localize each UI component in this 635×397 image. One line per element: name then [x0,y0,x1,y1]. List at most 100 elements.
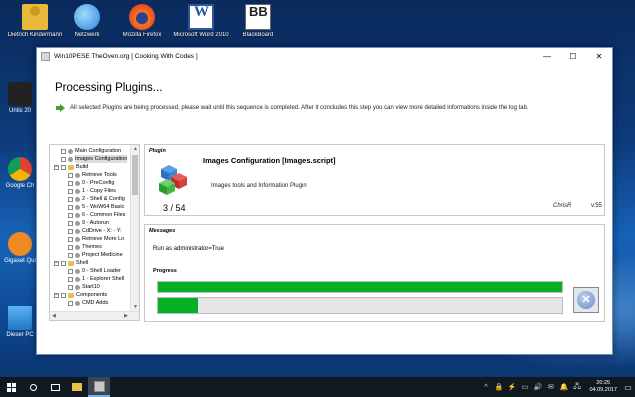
scroll-right-icon[interactable]: ▶ [124,313,128,319]
tree-item[interactable]: 0 - PreConfig [50,179,129,187]
desktop-icon-this-pc[interactable]: Dieser PC [0,306,40,338]
tree-item[interactable]: 5 - WoW64 Basic [50,203,129,211]
tree-item[interactable]: 1 - Copy Files [50,187,129,195]
tree-item[interactable]: 9 - Autorun [50,219,129,227]
tree-checkbox[interactable] [68,220,73,226]
tree-checkbox[interactable] [68,188,73,194]
maximize-button[interactable]: ☐ [560,48,586,64]
tray-volume-icon[interactable]: 🔊 [533,383,543,391]
search-button[interactable] [22,377,44,397]
tree-checkbox[interactable] [68,252,73,258]
tree-item-label: Main Configuration [75,148,122,154]
plugin-caption: Plugin [149,148,166,154]
tree-item-label: CMD Adds [82,300,109,306]
tree-checkbox[interactable] [68,244,73,250]
tree-checkbox[interactable] [68,276,73,282]
app-icon [93,380,105,392]
tree-item[interactable]: CdDrive - X: - Y: [50,227,129,235]
window-titlebar[interactable]: Win10PESE TheOven.org [ Cooking With Cod… [37,48,612,64]
plugin-author: ChrisR [553,203,572,209]
tray-mail-icon[interactable]: ✉ [546,383,555,391]
tree-checkbox[interactable] [61,260,66,266]
task-view-button[interactable] [44,377,66,397]
desktop-icon-label: Google Ch [5,183,35,189]
desktop-icon-gigaset[interactable]: Gigaset Qui [0,232,40,264]
tree-item[interactable]: − Build [50,163,129,171]
tree-horizontal-scrollbar[interactable]: ◀ ▶ [50,311,139,320]
taskbar-win10pese[interactable] [88,377,110,397]
tree-checkbox[interactable] [68,204,73,210]
tree-item[interactable]: 2 - Shell & Config [50,195,129,203]
taskbar-explorer[interactable] [66,377,88,397]
tree-checkbox[interactable] [68,300,73,306]
current-progress-bar [157,297,563,314]
tree-checkbox[interactable] [68,228,73,234]
tree-item[interactable]: Project Medicine [50,251,129,259]
tray-battery-icon[interactable]: ▭ [520,383,529,391]
desktop-icon-blackboard[interactable]: BB BlackBoard [223,4,293,39]
tree-item[interactable]: CMD Adds [50,299,129,307]
action-center-icon[interactable]: ▭ [621,377,635,397]
scroll-left-icon[interactable]: ◀ [52,313,56,319]
minimize-button[interactable]: — [534,48,560,64]
tray-power-icon[interactable]: ⚡ [507,383,517,391]
collapse-icon[interactable]: − [54,292,59,298]
script-icon [75,212,80,218]
tree-checkbox[interactable] [68,268,73,274]
tree-item[interactable]: 0 - Shell Loader [50,267,129,275]
window-title: Win10PESE TheOven.org [ Cooking With Cod… [54,52,198,60]
collapse-icon[interactable]: − [54,260,59,266]
tree-vertical-scrollbar[interactable]: ▲ ▼ [130,145,139,311]
folder-icon [68,164,74,170]
tray-lock-icon[interactable]: 🔒 [494,383,504,391]
scroll-up-icon[interactable]: ▲ [133,146,138,152]
tree-item[interactable]: Main Configuration [50,147,129,155]
tree-checkbox[interactable] [61,292,66,298]
cancel-button[interactable]: ✕ [573,287,599,313]
tree-item[interactable]: 6 - Common Files [50,211,129,219]
clock[interactable]: 20:25 04.09.2017 [589,380,617,394]
tree-checkbox[interactable] [68,172,73,178]
progress-caption: Progress [153,268,177,274]
tree-item[interactable]: − Components [50,291,129,299]
tray-chevron-icon[interactable]: ^ [481,384,490,391]
tree-item[interactable]: Retrieve Tools [50,171,129,179]
plugin-counter: 3 / 54 [163,203,186,213]
desktop-icon-chrome[interactable]: Google Ch [0,157,40,189]
overall-progress-bar [157,281,563,293]
processing-window: Win10PESE TheOven.org [ Cooking With Cod… [36,47,613,355]
script-icon [75,220,80,226]
tree-item-label: 1 - Copy Files [82,188,116,194]
tree-checkbox[interactable] [61,156,66,162]
tree-checkbox[interactable] [68,284,73,290]
tree-item[interactable]: − Shell [50,259,129,267]
close-button[interactable]: ✕ [586,48,612,64]
computer-icon [8,306,32,330]
script-icon [75,284,80,290]
tree-item[interactable]: Start10 [50,283,129,291]
task-view-icon [50,383,60,391]
scrollbar-thumb[interactable] [132,155,138,195]
collapse-icon[interactable]: − [54,164,59,170]
tree-item[interactable]: 1 - Explorer Shell [50,275,129,283]
tree-checkbox[interactable] [68,212,73,218]
tree-checkbox[interactable] [68,180,73,186]
plugin-tree[interactable]: Main Configuration Images Configuration − B… [49,144,140,321]
start-button[interactable] [0,377,22,397]
tray-network-icon[interactable]: 🖧 [572,382,581,393]
scroll-down-icon[interactable]: ▼ [133,304,138,310]
tree-item[interactable]: Themes [50,243,129,251]
desktop-icon-untis[interactable]: Untis 20 [0,82,40,114]
tray-bell-icon[interactable]: 🔔 [559,383,569,391]
tree-item[interactable]: Retrieve More Lo [50,235,129,243]
script-icon [75,268,80,274]
page-title: Processing Plugins... [55,82,163,94]
tree-checkbox[interactable] [68,236,73,242]
tree-item[interactable]: Images Configuration [50,155,129,163]
tree-item-label: 0 - PreConfig [82,180,115,186]
tree-checkbox[interactable] [68,196,73,202]
tree-checkbox[interactable] [61,164,66,170]
tree-checkbox[interactable] [61,148,66,154]
tree-item-label: 0 - Shell Loader [82,268,121,274]
plugin-description: Images tools and Information Plugin [211,183,307,189]
